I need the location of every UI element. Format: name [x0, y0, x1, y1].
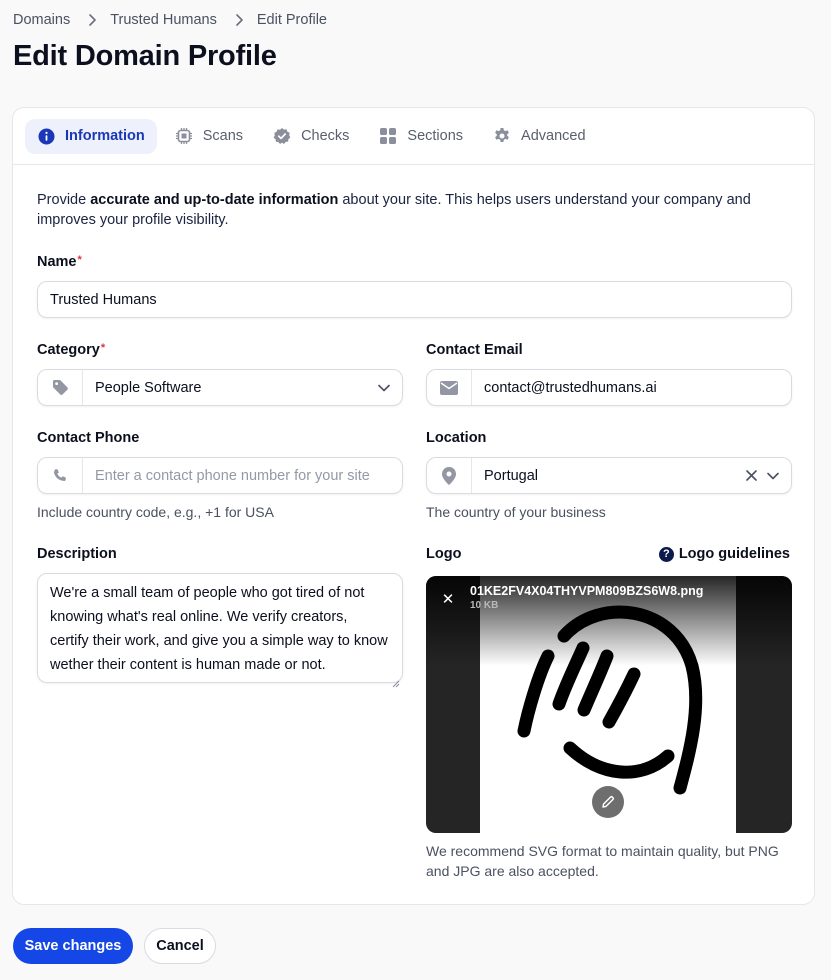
tab-sections[interactable]: Sections — [367, 119, 475, 154]
save-button[interactable]: Save changes — [13, 928, 133, 964]
category-select[interactable]: People Software — [37, 369, 403, 406]
question-icon: ? — [658, 546, 674, 562]
logo-hint: We recommend SVG format to maintain qual… — [426, 843, 779, 879]
gear-icon — [493, 127, 511, 145]
description-label: Description — [37, 546, 117, 562]
category-value: People Software — [95, 379, 202, 396]
tag-icon — [38, 370, 83, 405]
cancel-button[interactable]: Cancel — [144, 928, 216, 964]
name-label: Name* — [37, 254, 82, 270]
logo-file-name: 01KE2FV4X04THYVPM809BZS6W8.png — [470, 584, 704, 598]
name-input[interactable]: Trusted Humans — [37, 281, 792, 318]
required-marker: * — [77, 254, 82, 266]
contact-email-value: contact@trustedhumans.ai — [484, 379, 657, 396]
close-icon[interactable]: ✕ — [437, 588, 459, 610]
tab-label: Sections — [407, 128, 464, 144]
logo-preview: ✕ 01KE2FV4X04THYVPM809BZS6W8.png 10 KB — [426, 576, 792, 833]
tab-advanced[interactable]: Advanced — [481, 119, 598, 154]
chevron-down-icon[interactable] — [378, 384, 402, 392]
name-input-value: Trusted Humans — [50, 291, 157, 308]
envelope-icon — [427, 370, 472, 405]
breadcrumb: Domains Trusted Humans Edit Profile — [13, 12, 327, 28]
chip-icon — [175, 127, 193, 145]
logo-label: Logo — [426, 546, 462, 562]
tab-label: Scans — [202, 128, 244, 144]
name-label-text: Name — [37, 254, 77, 270]
intro-text: Provide accurate and up-to-date informat… — [37, 190, 777, 230]
pencil-icon — [601, 795, 615, 809]
tab-scans[interactable]: Scans — [163, 119, 255, 154]
tab-bar: Information Scans Checks Sections Advanc… — [13, 108, 814, 165]
intro-bold: accurate and up-to-date information — [90, 192, 339, 208]
description-value: We're a small team of people who got tir… — [50, 585, 388, 673]
profile-card: Information Scans Checks Sections Advanc… — [12, 107, 815, 905]
location-value: Portugal — [484, 467, 539, 484]
logo-guidelines-link[interactable]: ? Logo guidelines — [658, 546, 790, 562]
breadcrumb-item-edit-profile: Edit Profile — [256, 12, 327, 28]
contact-phone-input[interactable]: Enter a contact phone number for your si… — [37, 457, 403, 494]
description-textarea[interactable]: We're a small team of people who got tir… — [37, 573, 403, 688]
check-badge-icon — [273, 127, 291, 145]
tab-information[interactable]: Information — [25, 118, 157, 154]
category-label-text: Category — [37, 342, 100, 358]
tab-label: Checks — [301, 128, 350, 144]
logo-guidelines-label: Logo guidelines — [678, 546, 790, 562]
grid-icon — [379, 127, 397, 145]
intro-prefix: Provide — [37, 192, 91, 208]
tab-label: Information — [65, 128, 145, 144]
tab-checks[interactable]: Checks — [261, 119, 361, 154]
location-select[interactable]: Portugal — [426, 457, 792, 494]
chevron-down-icon[interactable] — [767, 472, 779, 480]
contact-phone-label: Contact Phone — [37, 430, 140, 446]
contact-email-field[interactable]: contact@trustedhumans.ai — [426, 369, 792, 406]
breadcrumb-item-domains[interactable]: Domains — [13, 12, 70, 28]
edit-logo-button[interactable] — [592, 786, 624, 818]
contact-phone-placeholder: Enter a contact phone number for your si… — [95, 467, 370, 484]
breadcrumb-item-trusted-humans[interactable]: Trusted Humans — [110, 12, 217, 28]
location-label: Location — [426, 430, 487, 446]
contact-phone-hint: Include country code, e.g., +1 for USA — [37, 504, 274, 520]
page-title: Edit Domain Profile — [13, 40, 277, 72]
chevron-right-icon — [88, 14, 97, 26]
phone-icon — [38, 458, 83, 493]
clear-icon[interactable] — [746, 470, 757, 481]
contact-email-label: Contact Email — [426, 342, 523, 358]
info-icon — [37, 127, 55, 145]
required-marker: * — [100, 342, 106, 354]
tab-label: Advanced — [521, 128, 586, 144]
chevron-right-icon — [235, 14, 243, 26]
location-controls — [746, 470, 791, 481]
map-pin-icon — [427, 458, 472, 493]
logo-file-size: 10 KB — [470, 600, 499, 611]
category-label: Category* — [37, 342, 105, 358]
location-hint: The country of your business — [426, 504, 606, 520]
resize-handle-icon[interactable] — [392, 672, 400, 688]
